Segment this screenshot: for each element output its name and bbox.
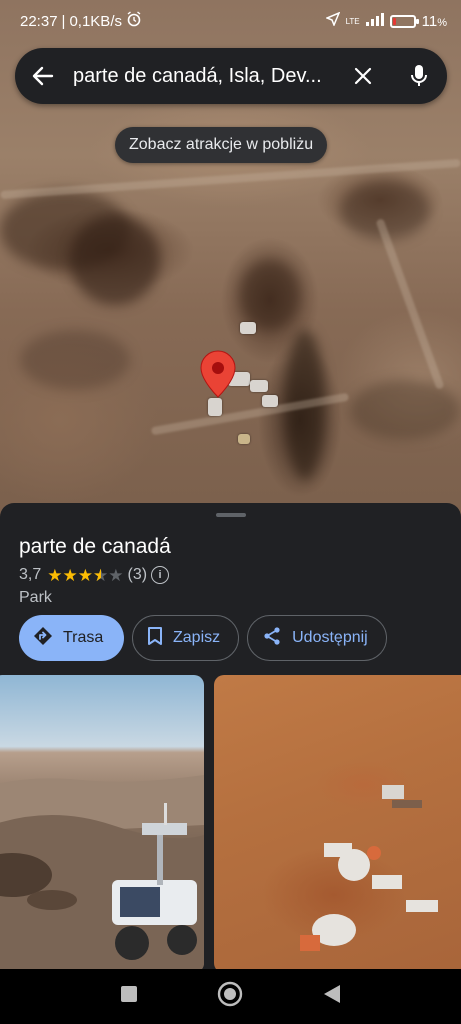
save-button[interactable]: Zapisz [132,615,240,661]
search-query[interactable]: parte de canadá, Isla, Dev... [73,65,341,88]
back-arrow-icon[interactable] [29,62,57,90]
directions-icon [33,626,53,651]
place-photo[interactable] [214,675,461,973]
photo-carousel[interactable] [0,675,461,973]
place-photo[interactable] [0,675,204,973]
star-icon: ★ [77,565,93,585]
system-navigation-bar [0,969,461,1024]
network-speed: 0,1KB/s [69,12,122,30]
sheet-drag-handle[interactable] [216,513,246,517]
info-icon[interactable]: i [151,566,170,584]
half-star-icon: ★ [93,567,108,584]
lte-label: LTE [345,16,360,26]
status-time: 22:37 [20,12,58,30]
action-buttons: Trasa Zapisz Udostępnij [19,615,387,661]
status-left: 22:37 | 0,1KB/s [20,11,142,31]
rating-stars: ★ ★ ★ ★ ★ [47,567,123,584]
review-count[interactable]: (3) [128,566,148,584]
share-button[interactable]: Udostępnij [247,615,387,661]
mic-icon[interactable] [405,62,433,90]
place-title: parte de canadá [19,535,171,558]
battery-icon [389,14,419,28]
battery-percent-suffix: % [437,16,447,29]
home-circle-icon[interactable] [217,981,243,1012]
battery-percent-value: 11 [421,12,438,30]
search-bar[interactable]: parte de canadá, Isla, Dev... [15,48,447,104]
status-bar: 22:37 | 0,1KB/s LTE 11% [0,0,461,42]
rating-value: 3,7 [19,566,42,583]
rating-row: 3,7 ★ ★ ★ ★ ★ (3) i [19,566,170,584]
bookmark-icon [147,626,163,651]
share-icon [262,626,282,651]
signal-icon [365,12,384,30]
directions-button[interactable]: Trasa [19,615,124,661]
status-separator: | [61,12,66,30]
empty-star-icon: ★ [108,565,124,585]
nearby-attractions-chip[interactable]: Zobacz atrakcje w pobliżu [115,127,328,163]
place-bottom-sheet[interactable]: parte de canadá 3,7 ★ ★ ★ ★ ★ (3) i Park… [0,503,461,973]
battery-percent: 11% [422,13,447,30]
recents-square-icon[interactable] [120,985,138,1008]
save-label: Zapisz [173,629,221,646]
star-icon: ★ [62,565,78,585]
close-icon[interactable] [349,62,377,90]
station-aerial-illustration [300,785,438,951]
share-label: Udostępnij [292,629,368,646]
location-arrow-icon [324,11,340,30]
directions-label: Trasa [63,629,104,646]
back-triangle-icon[interactable] [323,984,341,1009]
star-icon: ★ [47,565,63,585]
rover-photo-illustration [0,775,204,973]
status-right: LTE 11% [324,11,447,30]
place-category: Park [19,589,52,606]
map-pin-icon[interactable] [200,350,236,398]
alarm-icon [126,11,142,31]
